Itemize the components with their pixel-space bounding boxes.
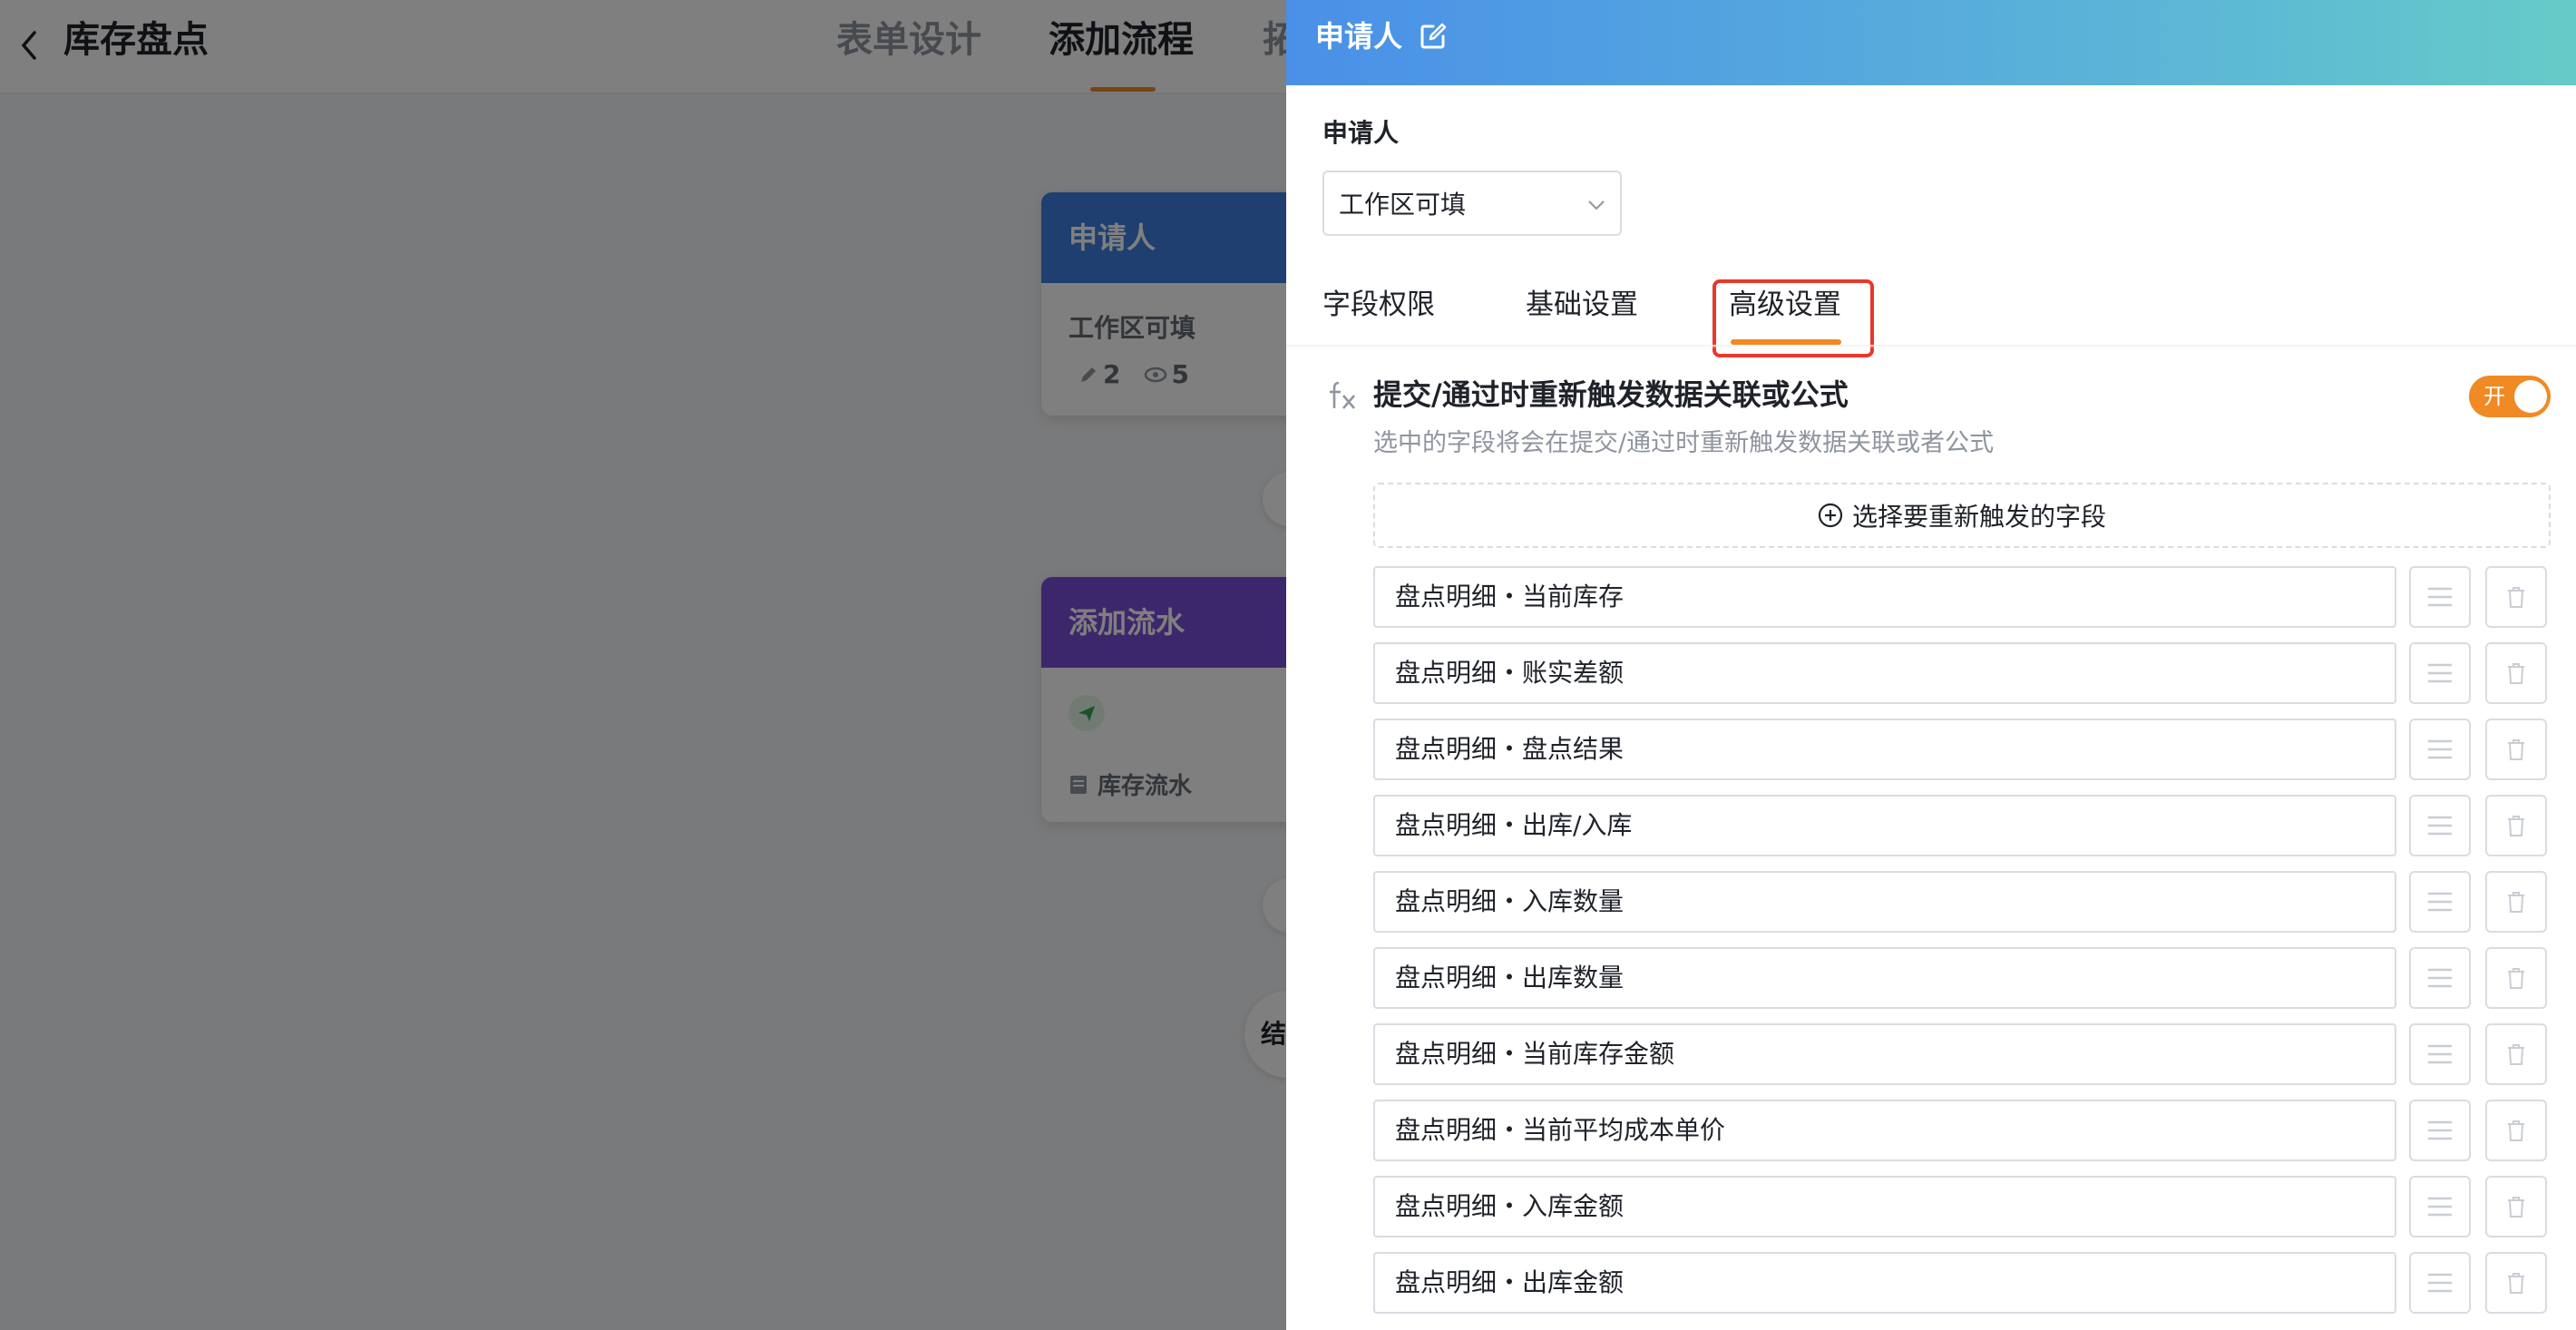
field-row: 盘点明细・账实差额 <box>1373 642 2551 704</box>
field-name[interactable]: 盘点明细・出库/入库 <box>1373 795 2396 856</box>
drag-handle-icon <box>2428 587 2452 607</box>
trash-icon <box>2508 587 2524 608</box>
delete-field-button[interactable] <box>2485 871 2547 933</box>
drag-handle-icon <box>2428 892 2452 912</box>
applicant-field-label: 申请人 <box>1322 118 1400 148</box>
plus-circle-icon <box>1818 503 1843 528</box>
node-settings-drawer: 申请人 申请人 工作区可填 字段权限 基础设置 高级设置 提交/通过时重新触发数… <box>1286 0 2576 1330</box>
drag-handle-button[interactable] <box>2409 642 2471 704</box>
delete-field-button[interactable] <box>2485 1176 2547 1237</box>
field-name[interactable]: 盘点明细・入库数量 <box>1373 871 2396 933</box>
delete-field-button[interactable] <box>2485 566 2547 628</box>
select-value: 工作区可填 <box>1339 190 1467 220</box>
drawer-title: 申请人 <box>1315 19 1403 54</box>
drag-handle-icon <box>2428 739 2452 759</box>
tabs-divider <box>1286 345 2576 348</box>
tab-basic-settings[interactable]: 基础设置 <box>1526 281 1638 328</box>
drag-handle-button[interactable] <box>2409 795 2471 856</box>
toggle-knob <box>2514 380 2547 413</box>
trash-icon <box>2508 663 2524 684</box>
trash-icon <box>2508 1273 2524 1294</box>
delete-field-button[interactable] <box>2485 1252 2547 1314</box>
field-name[interactable]: 盘点明细・当前库存金额 <box>1373 1023 2396 1085</box>
field-row: 盘点明细・出库金额 <box>1373 1252 2551 1314</box>
drag-handle-button[interactable] <box>2409 1023 2471 1085</box>
applicant-permission-select[interactable]: 工作区可填 <box>1322 171 1622 236</box>
field-name[interactable]: 盘点明细・当前库存 <box>1373 566 2396 628</box>
field-name[interactable]: 盘点明细・出库金额 <box>1373 1252 2396 1314</box>
field-row: 盘点明细・出库/入库 <box>1373 795 2551 856</box>
retrigger-toggle[interactable]: 开 <box>2469 376 2551 417</box>
field-row: 盘点明细・出库数量 <box>1373 947 2551 1009</box>
trash-icon <box>2508 739 2524 760</box>
field-row: 盘点明细・入库数量 <box>1373 871 2551 933</box>
field-name[interactable]: 盘点明细・出库数量 <box>1373 947 2396 1009</box>
field-row: 盘点明细・当前库存金额 <box>1373 1023 2551 1085</box>
drag-handle-button[interactable] <box>2409 1176 2471 1237</box>
drag-handle-icon <box>2428 1120 2452 1140</box>
delete-field-button[interactable] <box>2485 947 2547 1009</box>
drawer-header: 申请人 <box>1286 0 2576 85</box>
trash-icon <box>2508 816 2524 836</box>
trash-icon <box>2508 892 2524 913</box>
trash-icon <box>2508 1120 2524 1141</box>
settings-tabs: 字段权限 基础设置 高级设置 <box>1286 272 2576 357</box>
field-name[interactable]: 盘点明细・当前平均成本单价 <box>1373 1100 2396 1161</box>
delete-field-button[interactable] <box>2485 719 2547 780</box>
drag-handle-button[interactable] <box>2409 1252 2471 1314</box>
field-row: 盘点明细・入库金额 <box>1373 1176 2551 1237</box>
field-row: 盘点明细・当前平均成本单价 <box>1373 1100 2551 1161</box>
drag-handle-icon <box>2428 663 2452 683</box>
toggle-label: 开 <box>2483 384 2505 409</box>
field-name[interactable]: 盘点明细・账实差额 <box>1373 642 2396 704</box>
trash-icon <box>2508 1197 2524 1218</box>
field-row: 盘点明细・当前库存 <box>1373 566 2551 628</box>
tab-field-permissions[interactable]: 字段权限 <box>1322 281 1435 328</box>
trash-icon <box>2508 1044 2524 1065</box>
field-name[interactable]: 盘点明细・入库金额 <box>1373 1176 2396 1237</box>
section-title: 提交/通过时重新触发数据关联或公式 <box>1373 377 1849 412</box>
drag-handle-button[interactable] <box>2409 566 2471 628</box>
edit-title-button[interactable] <box>1417 20 1449 53</box>
drag-handle-icon <box>2428 1044 2452 1064</box>
drag-handle-icon <box>2428 816 2452 836</box>
section-description: 选中的字段将会在提交/通过时重新触发数据关联或者公式 <box>1373 429 1995 457</box>
drag-handle-icon <box>2428 1197 2452 1217</box>
field-name[interactable]: 盘点明细・盘点结果 <box>1373 719 2396 780</box>
drag-handle-icon <box>2428 1273 2452 1293</box>
drag-handle-button[interactable] <box>2409 719 2471 780</box>
trash-icon <box>2508 968 2524 989</box>
drag-handle-icon <box>2428 968 2452 988</box>
select-fields-label: 选择要重新触发的字段 <box>1851 502 2106 532</box>
drag-handle-button[interactable] <box>2409 1100 2471 1161</box>
fx-formula-icon <box>1330 381 1355 409</box>
delete-field-button[interactable] <box>2485 795 2547 856</box>
drag-handle-button[interactable] <box>2409 947 2471 1009</box>
delete-field-button[interactable] <box>2485 1100 2547 1161</box>
field-row: 盘点明细・盘点结果 <box>1373 719 2551 780</box>
chevron-down-icon <box>1588 200 1605 210</box>
drag-handle-button[interactable] <box>2409 871 2471 933</box>
delete-field-button[interactable] <box>2485 1023 2547 1085</box>
edit-icon <box>1420 23 1447 49</box>
delete-field-button[interactable] <box>2485 642 2547 704</box>
select-fields-button[interactable]: 选择要重新触发的字段 <box>1373 483 2551 548</box>
